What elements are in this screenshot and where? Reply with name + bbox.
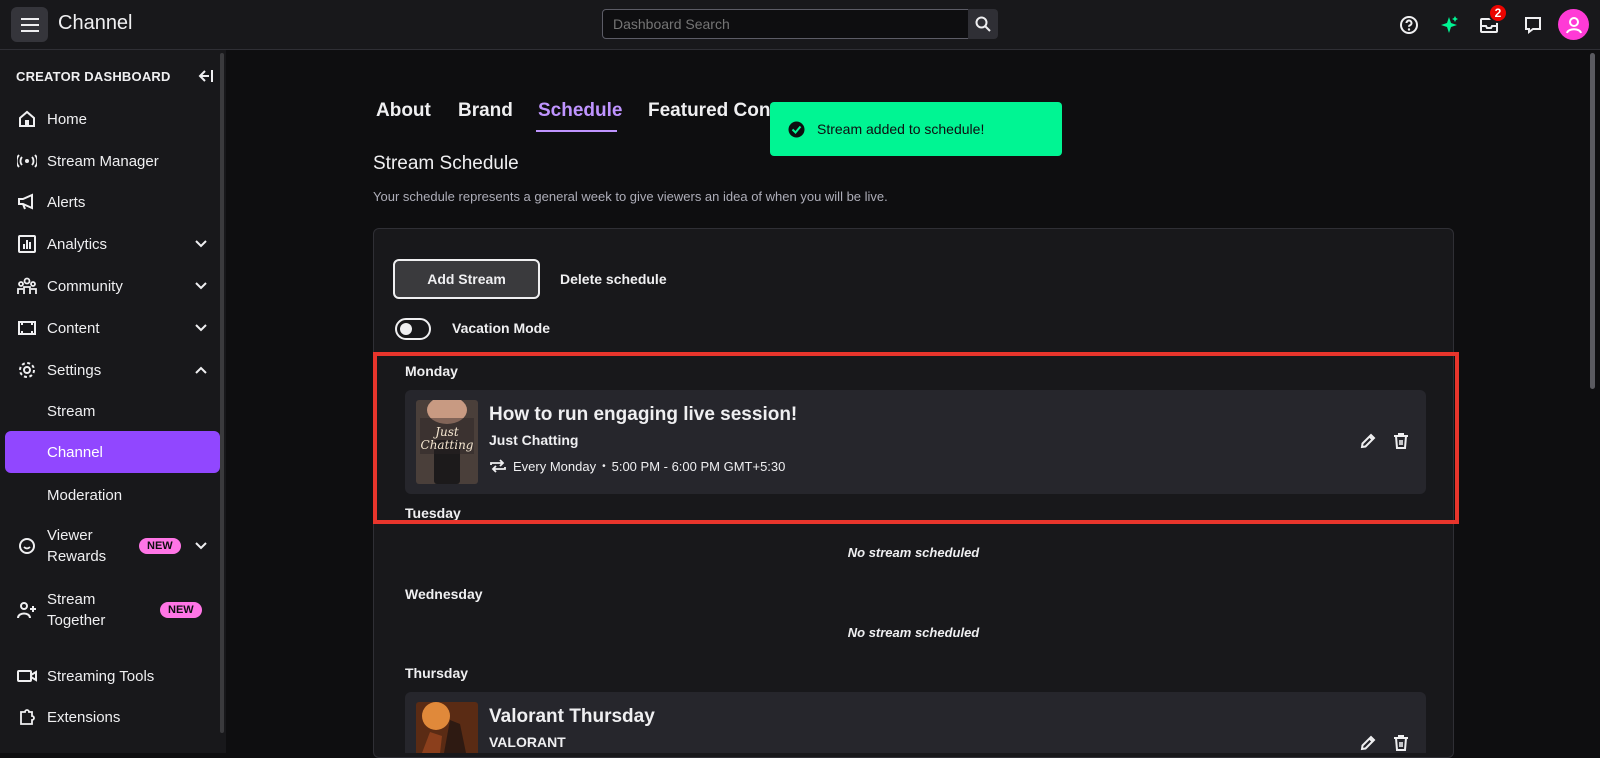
sidebar-item-stream-together[interactable]: Stream Together NEW — [0, 586, 220, 634]
tab-brand[interactable]: Brand — [458, 100, 513, 122]
highlight-box — [373, 352, 1459, 524]
chevron-down-icon — [195, 240, 207, 248]
hamburger-icon — [20, 17, 39, 32]
toast-message: Stream added to schedule! — [817, 121, 985, 137]
delete-stream-button[interactable] — [1392, 734, 1410, 757]
chart-icon — [17, 234, 37, 254]
stream-category: VALORANT — [489, 734, 566, 750]
scheduled-stream-card: Valorant Thursday VALORANT — [405, 692, 1426, 753]
tab-schedule[interactable]: Schedule — [538, 100, 622, 122]
sidebar-item-extensions[interactable]: Extensions — [0, 696, 220, 738]
whispers-button[interactable] — [1521, 13, 1545, 37]
chevron-up-icon — [195, 366, 207, 374]
sidebar-item-stream[interactable]: Stream — [0, 390, 220, 432]
stream-thumbnail — [416, 702, 478, 753]
megaphone-icon — [17, 192, 37, 212]
chat-bubble-icon — [1525, 17, 1541, 34]
sidebar-item-moderation[interactable]: Moderation — [0, 474, 220, 516]
search-icon — [975, 16, 991, 32]
main-scrollbar[interactable] — [1590, 53, 1595, 389]
check-circle-icon — [788, 121, 805, 138]
schedule-description: Your schedule represents a general week … — [373, 189, 888, 204]
tab-featured-content[interactable]: Featured Cont — [648, 100, 777, 122]
new-badge: NEW — [160, 602, 202, 618]
sidebar-item-streaming-tools[interactable]: Streaming Tools — [0, 655, 220, 697]
search-button[interactable] — [968, 9, 998, 39]
content-icon — [17, 318, 37, 338]
stream-title: Valorant Thursday — [489, 706, 655, 727]
search-input[interactable] — [602, 9, 969, 39]
day-heading-thursday: Thursday — [405, 665, 469, 681]
home-icon — [17, 109, 37, 129]
puzzle-icon — [17, 707, 37, 727]
user-avatar[interactable] — [1558, 9, 1589, 40]
empty-schedule-text: No stream scheduled — [847, 625, 980, 640]
sidebar-item-viewer-rewards[interactable]: Viewer Rewards NEW — [0, 522, 220, 570]
sparkle-icon — [1441, 16, 1458, 33]
sidebar-item-home[interactable]: Home — [0, 98, 220, 140]
page-title: Channel — [58, 12, 133, 34]
empty-schedule-text: No stream scheduled — [847, 545, 980, 560]
user-icon — [1565, 16, 1582, 33]
help-icon — [1400, 16, 1418, 34]
sidebar-scrollbar[interactable] — [220, 53, 224, 733]
schedule-title: Stream Schedule — [373, 153, 519, 174]
smile-icon — [17, 536, 37, 556]
add-stream-button[interactable]: Add Stream — [393, 259, 540, 299]
camera-icon — [17, 666, 37, 686]
collapse-left-icon — [198, 70, 213, 82]
top-bar: Channel 2 — [0, 0, 1600, 50]
chevron-down-icon — [195, 542, 207, 550]
day-heading-wednesday: Wednesday — [405, 586, 483, 602]
edit-stream-button[interactable] — [1359, 734, 1377, 757]
gear-icon — [17, 360, 37, 380]
sidebar-heading: CREATOR DASHBOARD — [16, 69, 171, 84]
people-icon — [17, 276, 37, 296]
vacation-mode-label: Vacation Mode — [452, 320, 551, 336]
help-button[interactable] — [1397, 13, 1421, 37]
ai-sparkle-button[interactable] — [1437, 13, 1461, 37]
notification-badge: 2 — [1488, 3, 1508, 23]
delete-schedule-button[interactable]: Delete schedule — [560, 271, 667, 287]
tab-about[interactable]: About — [376, 100, 431, 122]
toggle-knob — [400, 323, 412, 335]
collapse-sidebar-button[interactable] — [196, 68, 214, 89]
sidebar-item-stream-manager[interactable]: Stream Manager — [0, 140, 220, 182]
menu-button[interactable] — [11, 7, 48, 42]
sidebar-item-community[interactable]: Community — [0, 265, 220, 307]
success-toast: Stream added to schedule! — [770, 102, 1062, 156]
sidebar-item-content[interactable]: Content — [0, 307, 220, 349]
sidebar-item-settings[interactable]: Settings — [0, 349, 220, 391]
trash-icon — [1394, 735, 1408, 751]
add-person-icon — [17, 600, 37, 620]
sidebar-item-analytics[interactable]: Analytics — [0, 223, 220, 265]
sidebar-item-alerts[interactable]: Alerts — [0, 181, 220, 223]
sidebar-item-channel[interactable]: Channel — [5, 431, 220, 473]
chevron-down-icon — [195, 324, 207, 332]
new-badge: NEW — [139, 538, 181, 554]
broadcast-icon — [17, 151, 37, 171]
active-tab-indicator — [536, 130, 617, 132]
pencil-icon — [1360, 735, 1376, 751]
chevron-down-icon — [195, 282, 207, 290]
sidebar: CREATOR DASHBOARD Home Stream Manager Al… — [0, 50, 226, 753]
vacation-mode-toggle[interactable] — [395, 318, 431, 340]
